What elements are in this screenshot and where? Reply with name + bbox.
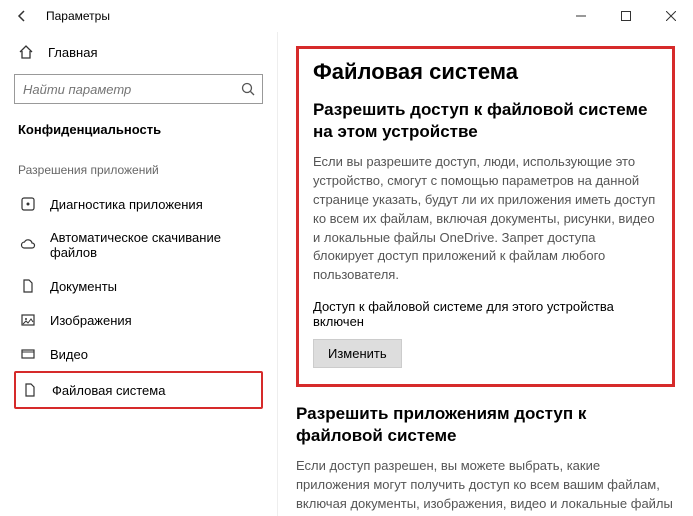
back-button[interactable] xyxy=(8,2,36,30)
sidebar-item-documents[interactable]: Документы xyxy=(14,269,263,303)
sidebar-item-video[interactable]: Видео xyxy=(14,337,263,371)
sidebar-item-images[interactable]: Изображения xyxy=(14,303,263,337)
sidebar: Главная Конфиденциальность Разрешения пр… xyxy=(0,32,278,516)
search-input[interactable] xyxy=(14,74,263,104)
home-label: Главная xyxy=(48,45,97,60)
section2-title: Разрешить приложениям доступ к файловой … xyxy=(296,403,675,447)
home-link[interactable]: Главная xyxy=(14,38,263,66)
home-icon xyxy=(18,44,34,60)
maximize-button[interactable] xyxy=(603,0,648,32)
diagnostics-icon xyxy=(20,196,36,212)
search-wrapper xyxy=(14,74,263,104)
section1-desc: Если вы разрешите доступ, люди, использу… xyxy=(313,153,658,285)
titlebar: Параметры xyxy=(0,0,693,32)
content-area: Файловая система Разрешить доступ к файл… xyxy=(278,32,693,516)
video-icon xyxy=(20,346,36,362)
sidebar-item-auto-download[interactable]: Автоматическое скачивание файлов xyxy=(14,221,263,269)
page-title: Файловая система xyxy=(313,59,658,85)
document-icon xyxy=(20,278,36,294)
minimize-button[interactable] xyxy=(558,0,603,32)
sidebar-item-label: Диагностика приложения xyxy=(50,197,203,212)
highlighted-section: Файловая система Разрешить доступ к файл… xyxy=(296,46,675,387)
image-icon xyxy=(20,312,36,328)
sidebar-item-diagnostics[interactable]: Диагностика приложения xyxy=(14,187,263,221)
sidebar-item-label: Документы xyxy=(50,279,117,294)
sidebar-item-label: Изображения xyxy=(50,313,132,328)
access-status: Доступ к файловой системе для этого устр… xyxy=(313,299,658,329)
file-icon xyxy=(22,382,38,398)
sidebar-item-filesystem[interactable]: Файловая система xyxy=(14,371,263,409)
section2-desc: Если доступ разрешен, вы можете выбрать,… xyxy=(296,457,675,516)
sidebar-item-label: Автоматическое скачивание файлов xyxy=(50,230,257,260)
cloud-download-icon xyxy=(20,237,36,253)
app-permissions-heading: Разрешения приложений xyxy=(14,149,263,187)
sidebar-item-label: Файловая система xyxy=(52,383,165,398)
window-title: Параметры xyxy=(46,9,110,23)
search-icon xyxy=(241,82,255,96)
section1-title: Разрешить доступ к файловой системе на э… xyxy=(313,99,658,143)
privacy-heading: Конфиденциальность xyxy=(14,116,263,149)
change-button[interactable]: Изменить xyxy=(313,339,402,368)
sidebar-item-label: Видео xyxy=(50,347,88,362)
close-button[interactable] xyxy=(648,0,693,32)
